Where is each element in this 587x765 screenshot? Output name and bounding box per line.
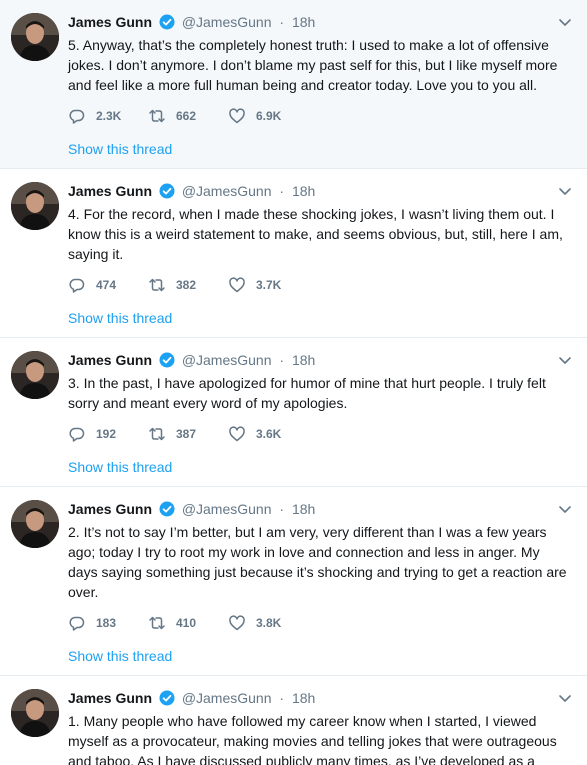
tweet-actions: 192 387 3.6K <box>68 425 573 443</box>
author-name[interactable]: James Gunn <box>68 14 152 30</box>
separator-dot: · <box>279 183 285 199</box>
tweet-header: James Gunn @JamesGunn · 18h <box>68 497 573 521</box>
tweet-text: 4. For the record, when I made these sho… <box>68 206 563 262</box>
author-name[interactable]: James Gunn <box>68 690 152 706</box>
tweet-actions: 2.3K 662 6.9K <box>68 107 573 125</box>
author-name[interactable]: James Gunn <box>68 501 152 517</box>
author-name[interactable]: James Gunn <box>68 183 152 199</box>
retweet-icon <box>149 278 165 292</box>
separator-dot: · <box>279 690 285 706</box>
author-name[interactable]: James Gunn <box>68 352 152 368</box>
tweet-text: 5. Anyway, that’s the completely honest … <box>68 37 558 93</box>
show-thread-link[interactable]: Show this thread <box>68 646 573 675</box>
chevron-down-icon[interactable] <box>557 690 573 706</box>
timestamp[interactable]: 18h <box>292 352 315 368</box>
chevron-down-icon[interactable] <box>557 14 573 30</box>
tweet[interactable]: James Gunn @JamesGunn · 18h 1. Many peop… <box>0 676 587 765</box>
like-count: 3.7K <box>256 278 282 292</box>
reply-icon <box>69 616 85 631</box>
tweet-feed: James Gunn @JamesGunn · 18h 5. Anyway, t… <box>0 0 587 765</box>
author-handle[interactable]: @JamesGunn <box>182 183 272 199</box>
separator-dot: · <box>279 14 285 30</box>
tweet[interactable]: James Gunn @JamesGunn · 18h 3. In the pa… <box>0 338 587 487</box>
avatar[interactable] <box>11 500 59 548</box>
verified-badge-icon <box>159 501 175 517</box>
chevron-down-icon[interactable] <box>557 183 573 199</box>
tweet[interactable]: James Gunn @JamesGunn · 18h 4. For the r… <box>0 169 587 338</box>
avatar[interactable] <box>11 689 59 737</box>
like-button[interactable]: 3.6K <box>228 425 308 443</box>
like-button[interactable]: 6.9K <box>228 107 308 125</box>
retweet-button[interactable]: 382 <box>148 276 228 294</box>
like-count: 3.8K <box>256 616 282 630</box>
heart-icon <box>229 426 245 442</box>
reply-count: 2.3K <box>96 109 122 123</box>
heart-icon <box>229 277 245 293</box>
reply-count: 474 <box>96 278 117 292</box>
tweet-actions: 183 410 3.8K <box>68 614 573 632</box>
chevron-down-icon[interactable] <box>557 352 573 368</box>
reply-button[interactable]: 474 <box>68 276 148 294</box>
separator-dot: · <box>279 352 285 368</box>
reply-count: 192 <box>96 427 117 441</box>
tweet-text: 1. Many people who have followed my care… <box>68 713 557 765</box>
reply-icon <box>69 109 85 124</box>
verified-badge-icon <box>159 14 175 30</box>
avatar[interactable] <box>11 182 59 230</box>
tweet-header: James Gunn @JamesGunn · 18h <box>68 10 573 34</box>
heart-icon <box>229 108 245 124</box>
author-handle[interactable]: @JamesGunn <box>182 14 272 30</box>
retweet-button[interactable]: 410 <box>148 614 228 632</box>
retweet-icon <box>149 616 165 630</box>
tweet-actions: 474 382 3.7K <box>68 276 573 294</box>
like-button[interactable]: 3.7K <box>228 276 308 294</box>
retweet-icon <box>149 109 165 123</box>
tweet-text: 2. It’s not to say I’m better, but I am … <box>68 524 567 600</box>
retweet-count: 387 <box>176 427 197 441</box>
timestamp[interactable]: 18h <box>292 690 315 706</box>
reply-button[interactable]: 183 <box>68 614 148 632</box>
tweet[interactable]: James Gunn @JamesGunn · 18h 5. Anyway, t… <box>0 0 587 169</box>
retweet-button[interactable]: 662 <box>148 107 228 125</box>
tweet-header: James Gunn @JamesGunn · 18h <box>68 348 573 372</box>
retweet-icon <box>149 427 165 441</box>
timestamp[interactable]: 18h <box>292 501 315 517</box>
tweet-text: 3. In the past, I have apologized for hu… <box>68 375 546 411</box>
verified-badge-icon <box>159 352 175 368</box>
like-count: 3.6K <box>256 427 282 441</box>
show-thread-link[interactable]: Show this thread <box>68 308 573 337</box>
avatar[interactable] <box>11 351 59 399</box>
tweet-header: James Gunn @JamesGunn · 18h <box>68 686 573 710</box>
timestamp[interactable]: 18h <box>292 14 315 30</box>
separator-dot: · <box>279 501 285 517</box>
tweet[interactable]: James Gunn @JamesGunn · 18h 2. It’s not … <box>0 487 587 676</box>
retweet-button[interactable]: 387 <box>148 425 228 443</box>
author-handle[interactable]: @JamesGunn <box>182 501 272 517</box>
tweet-header: James Gunn @JamesGunn · 18h <box>68 179 573 203</box>
reply-icon <box>69 278 85 293</box>
like-button[interactable]: 3.8K <box>228 614 308 632</box>
verified-badge-icon <box>159 690 175 706</box>
retweet-count: 662 <box>176 109 197 123</box>
chevron-down-icon[interactable] <box>557 501 573 517</box>
heart-icon <box>229 615 245 631</box>
like-count: 6.9K <box>256 109 282 123</box>
reply-button[interactable]: 2.3K <box>68 107 148 125</box>
author-handle[interactable]: @JamesGunn <box>182 690 272 706</box>
show-thread-link[interactable]: Show this thread <box>68 457 573 486</box>
show-thread-link[interactable]: Show this thread <box>68 139 573 168</box>
verified-badge-icon <box>159 183 175 199</box>
avatar[interactable] <box>11 13 59 61</box>
author-handle[interactable]: @JamesGunn <box>182 352 272 368</box>
reply-button[interactable]: 192 <box>68 425 148 443</box>
reply-icon <box>69 427 85 442</box>
reply-count: 183 <box>96 616 117 630</box>
retweet-count: 410 <box>176 616 197 630</box>
retweet-count: 382 <box>176 278 197 292</box>
timestamp[interactable]: 18h <box>292 183 315 199</box>
